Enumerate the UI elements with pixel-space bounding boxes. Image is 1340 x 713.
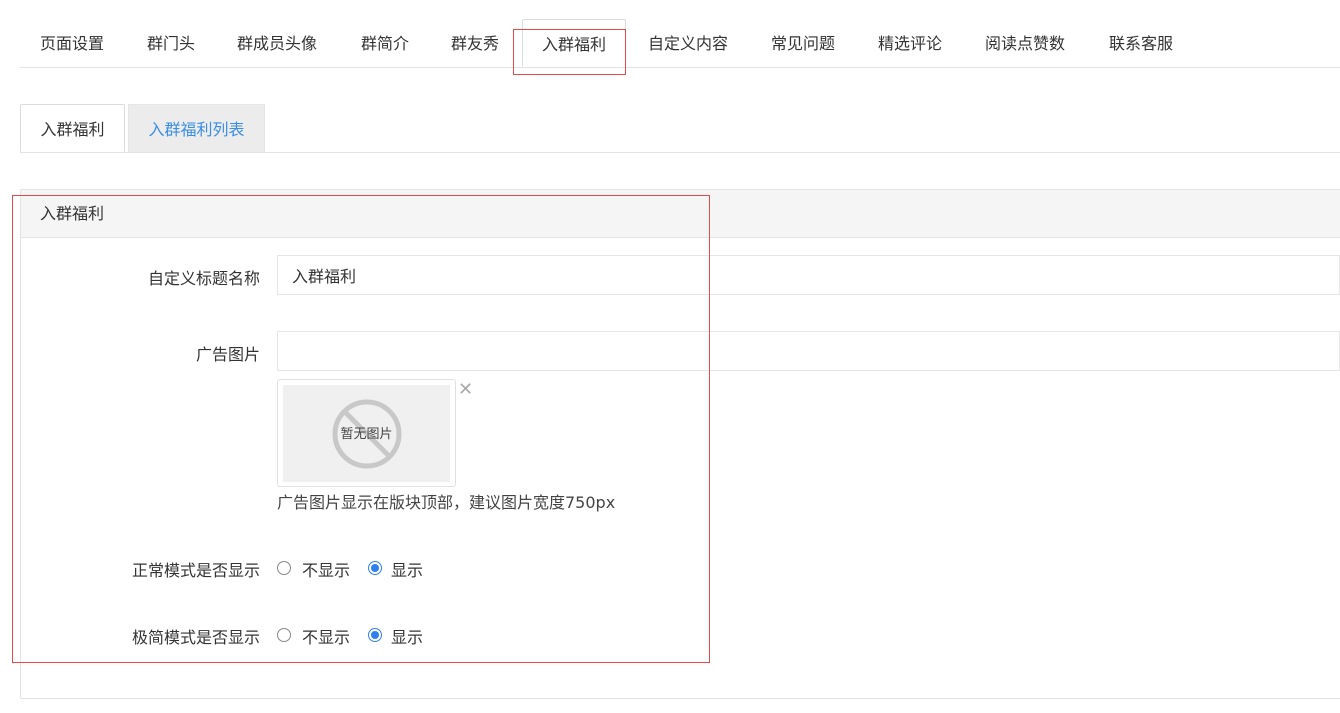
tab-label: 群友秀	[451, 34, 500, 53]
simple-mode-hide-label[interactable]: 不显示	[302, 624, 350, 648]
normal-mode-hide-radio[interactable]	[277, 561, 291, 575]
panel-title: 入群福利	[40, 204, 105, 223]
tab-label: 入群福利	[541, 35, 606, 54]
title-name-input[interactable]	[277, 255, 1340, 295]
normal-mode-show-radio[interactable]	[368, 561, 382, 575]
tab-read-likes[interactable]: 阅读点赞数	[985, 19, 1065, 67]
subtab-join-benefits[interactable]: 入群福利	[20, 104, 125, 152]
tab-member-show[interactable]: 群友秀	[451, 19, 499, 67]
no-image-text: 暂无图片	[340, 427, 393, 442]
tab-label: 群成员头像	[237, 34, 318, 53]
tab-label: 常见问题	[771, 34, 836, 53]
normal-mode-hide-label[interactable]: 不显示	[302, 557, 350, 581]
title-field-label: 自定义标题名称	[147, 269, 260, 288]
subtab-label: 入群福利列表	[148, 120, 245, 139]
simple-mode-show-radio[interactable]	[368, 628, 382, 642]
tab-label: 阅读点赞数	[985, 34, 1066, 53]
ad-image-url-input[interactable]	[277, 331, 1340, 371]
tab-label: 页面设置	[40, 34, 105, 53]
remove-image-icon[interactable]: ✕	[458, 380, 473, 400]
normal-mode-show-label[interactable]: 显示	[391, 557, 423, 581]
tab-page-settings[interactable]: 页面设置	[40, 19, 104, 67]
ad-image-preview[interactable]: 暂无图片	[277, 379, 456, 487]
simple-mode-label: 极简模式是否显示	[131, 628, 260, 647]
subtab-join-benefits-list[interactable]: 入群福利列表	[128, 104, 265, 152]
normal-mode-label: 正常模式是否显示	[131, 561, 260, 580]
panel-header: 入群福利	[21, 190, 1340, 238]
tab-group-header[interactable]: 群门头	[147, 19, 195, 67]
tab-label: 自定义内容	[648, 34, 729, 53]
simple-mode-hide-radio[interactable]	[277, 628, 291, 642]
tab-faq[interactable]: 常见问题	[771, 19, 835, 67]
tab-label: 联系客服	[1109, 34, 1174, 53]
tab-member-avatars[interactable]: 群成员头像	[237, 19, 317, 67]
no-image-placeholder: 暂无图片	[283, 385, 450, 482]
tab-custom-content[interactable]: 自定义内容	[648, 19, 728, 67]
tab-join-benefits[interactable]: 入群福利	[522, 19, 626, 67]
subtab-label: 入群福利	[40, 120, 105, 139]
top-tab-bar: 页面设置 群门头 群成员头像 群简介 群友秀 入群福利 自定义内容 常见问题 精…	[20, 19, 1340, 68]
tab-label: 群门头	[147, 34, 196, 53]
tab-label: 群简介	[361, 34, 410, 53]
tab-label: 精选评论	[878, 34, 943, 53]
ad-image-hint: 广告图片显示在版块顶部，建议图片宽度750px	[277, 493, 616, 512]
tab-group-intro[interactable]: 群简介	[361, 19, 409, 67]
tab-featured-comments[interactable]: 精选评论	[878, 19, 942, 67]
ad-image-label: 广告图片	[195, 345, 260, 364]
simple-mode-show-label[interactable]: 显示	[391, 624, 423, 648]
sub-tab-bar: 入群福利 入群福利列表	[20, 104, 1340, 153]
tab-contact-support[interactable]: 联系客服	[1109, 19, 1173, 67]
